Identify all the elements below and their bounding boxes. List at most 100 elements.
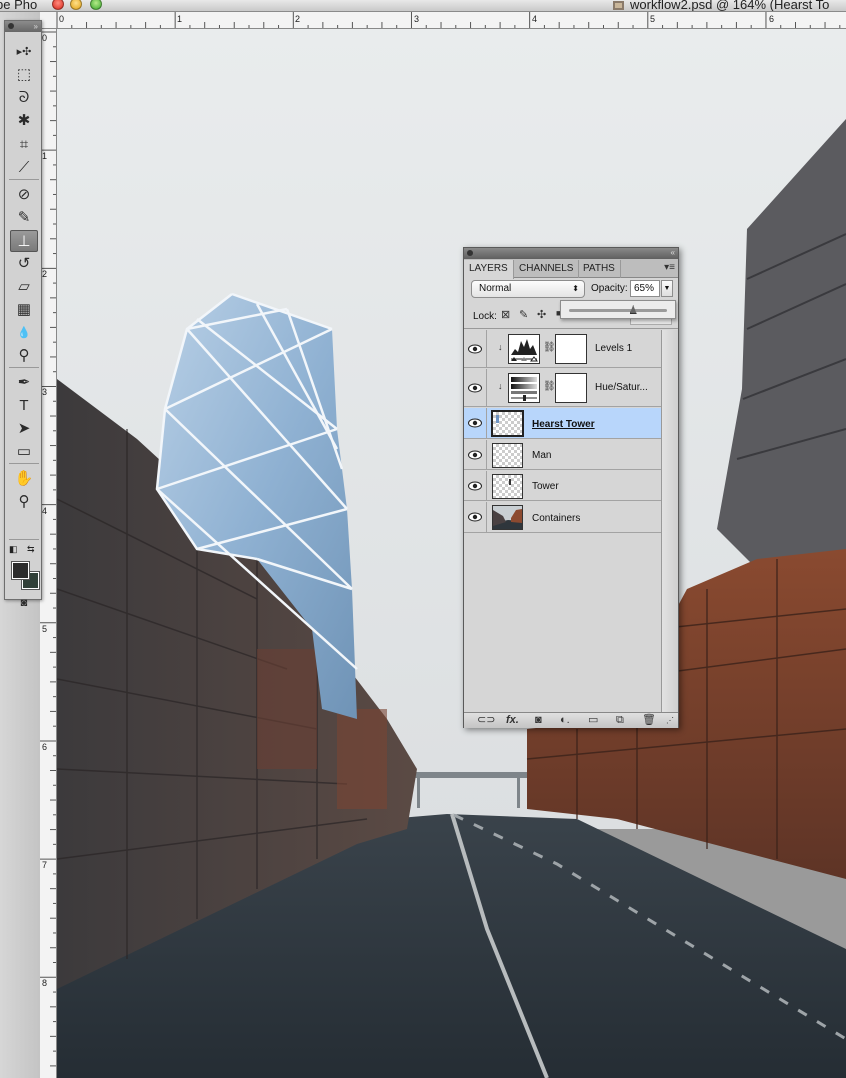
new-layer-icon[interactable]: ⧉	[616, 713, 624, 728]
eye-icon[interactable]	[468, 450, 482, 460]
vertical-ruler[interactable]: 0 1 2 3 4 5 6 7 8	[40, 29, 57, 1078]
minimize-window-button[interactable]	[70, 0, 82, 10]
eye-icon[interactable]	[468, 418, 482, 428]
link-icon[interactable]: ⛓	[543, 342, 556, 353]
divider	[9, 463, 39, 464]
type-tool-icon[interactable]: T	[10, 395, 38, 417]
layers-close-button[interactable]	[467, 250, 473, 256]
lock-brush-icon[interactable]: ✎	[519, 308, 528, 321]
default-colors-icon[interactable]: ◧	[9, 544, 18, 555]
panel-menu-icon[interactable]: ▾≡	[664, 262, 675, 273]
zoom-tool-icon[interactable]: ⚲	[10, 491, 38, 513]
layer-thumbnail[interactable]	[491, 410, 524, 437]
divider	[486, 502, 487, 533]
horizontal-ruler[interactable]: 0 1 2 3 4 5 6	[40, 12, 846, 29]
resize-grip-icon[interactable]: ⋰	[666, 713, 674, 728]
hue-saturation-adjustment-icon	[508, 373, 540, 403]
opacity-label: Opacity:	[591, 283, 628, 294]
divider	[9, 539, 39, 540]
layer-thumbnail[interactable]	[492, 443, 523, 468]
fx-icon[interactable]: fx.	[506, 713, 519, 728]
hand-tool-icon[interactable]: ✋	[10, 468, 38, 490]
layer-thumbnail[interactable]	[492, 505, 523, 530]
healing-brush-tool-icon[interactable]: ⊘	[10, 184, 38, 206]
layer-name[interactable]: Containers	[532, 513, 580, 524]
close-window-button[interactable]	[52, 0, 64, 10]
quick-mask-icon[interactable]: ◙	[10, 592, 38, 614]
lock-transparency-icon[interactable]: ⊠	[501, 308, 510, 321]
adjustment-icon[interactable]: ◐.	[560, 713, 570, 728]
tab-paths[interactable]: PATHS	[578, 260, 621, 278]
lasso-tool-icon[interactable]: ᘐ	[10, 87, 38, 109]
move-tool-icon[interactable]: ▸✣	[10, 41, 38, 63]
layer-name[interactable]: Hue/Satur...	[595, 382, 648, 393]
layer-row-man[interactable]: Man	[464, 440, 661, 470]
lock-label: Lock:	[473, 311, 497, 322]
layer-row-containers[interactable]: Containers	[464, 502, 661, 533]
layers-scrollbar[interactable]	[661, 330, 678, 712]
layer-row-tower[interactable]: Tower	[464, 471, 661, 501]
clone-stamp-tool-icon[interactable]: ⊥	[10, 230, 38, 252]
swap-colors-icon[interactable]: ⇆	[27, 544, 35, 555]
marquee-tool-icon[interactable]: ⬚	[10, 64, 38, 86]
layer-name[interactable]: Man	[532, 450, 551, 461]
blend-mode-select[interactable]: Normal ⬍	[471, 280, 585, 298]
dodge-tool-icon[interactable]: ⚲	[10, 345, 38, 367]
eye-icon[interactable]	[468, 344, 482, 354]
blur-tool-icon[interactable]: 💧	[10, 322, 38, 344]
layer-row-hearst-tower[interactable]: Hearst Tower	[464, 408, 661, 439]
tab-channels[interactable]: CHANNELS	[514, 260, 580, 278]
eraser-tool-icon[interactable]: ▱	[10, 276, 38, 298]
zoom-window-button[interactable]	[90, 0, 102, 10]
path-selection-tool-icon[interactable]: ➤	[10, 418, 38, 440]
folder-icon[interactable]: ▭	[588, 713, 598, 728]
layers-panel-titlebar[interactable]: «	[464, 248, 678, 259]
divider	[486, 440, 487, 470]
blend-mode-value: Normal	[479, 283, 512, 294]
layer-mask-thumbnail[interactable]	[555, 373, 587, 403]
horizontal-ruler-ticks	[56, 12, 841, 28]
tab-layers[interactable]: LAYERS	[464, 260, 514, 279]
eye-icon[interactable]	[468, 481, 482, 491]
clipping-arrow-icon: ↓	[498, 342, 503, 352]
updown-arrows-icon: ⬍	[572, 284, 579, 293]
tools-close-button[interactable]	[8, 23, 14, 29]
gradient-tool-icon[interactable]: ▦	[10, 299, 38, 321]
layers-panel-footer: ⊂⊃ fx. ◙ ◐. ▭ ⧉ 🗑 ⋰	[464, 712, 678, 728]
layer-mask-thumbnail[interactable]	[555, 334, 587, 364]
eyedropper-tool-icon[interactable]: ⟋	[10, 157, 38, 179]
ruler-label: 4	[532, 14, 538, 24]
ruler-label: 2	[42, 269, 48, 279]
layer-name[interactable]: Levels 1	[595, 343, 632, 354]
document-canvas[interactable]	[57, 29, 846, 1078]
link-icon[interactable]: ⛓	[543, 381, 556, 392]
rectangle-tool-icon[interactable]: ▭	[10, 441, 38, 463]
opacity-slider-track[interactable]	[569, 309, 667, 312]
lock-position-icon[interactable]: ✣	[537, 308, 546, 321]
opacity-slider-popup[interactable]	[560, 300, 676, 319]
opacity-dropdown-button[interactable]: ▼	[661, 280, 673, 297]
layer-name[interactable]: Tower	[532, 481, 559, 492]
brush-tool-icon[interactable]: ✎	[10, 207, 38, 229]
layer-row-levels[interactable]: ↓ ⛓ Levels 1	[464, 330, 661, 368]
layer-thumbnail[interactable]	[492, 474, 523, 499]
pen-tool-icon[interactable]: ✒	[10, 372, 38, 394]
collapse-icon[interactable]: «	[671, 248, 675, 257]
tools-panel: » ▸✣ ⬚ ᘐ ✱ ⌗ ⟋ ⊘ ✎ ⊥ ↺ ▱ ▦ 💧 ⚲ ✒ T ➤ ▭ ✋ ⚲ ◧ ⇆ ◙	[4, 20, 42, 609]
mask-icon[interactable]: ◙	[535, 713, 542, 728]
trash-icon[interactable]: 🗑	[642, 713, 656, 728]
collapse-icon[interactable]: »	[34, 22, 38, 31]
history-brush-tool-icon[interactable]: ↺	[10, 253, 38, 275]
ruler-label: 6	[42, 742, 48, 752]
divider	[486, 408, 487, 439]
crop-tool-icon[interactable]: ⌗	[10, 134, 38, 156]
foreground-color-swatch[interactable]	[11, 561, 30, 580]
magic-wand-tool-icon[interactable]: ✱	[10, 110, 38, 132]
layer-row-hue-saturation[interactable]: ↓ ⛓ Hue/Satur...	[464, 369, 661, 407]
layer-name[interactable]: Hearst Tower	[532, 419, 595, 430]
eye-icon[interactable]	[468, 512, 482, 522]
opacity-field[interactable]: 65%	[630, 280, 660, 297]
link-icon[interactable]: ⊂⊃	[477, 713, 495, 728]
tools-panel-titlebar[interactable]: »	[5, 21, 41, 32]
eye-icon[interactable]	[468, 383, 482, 393]
